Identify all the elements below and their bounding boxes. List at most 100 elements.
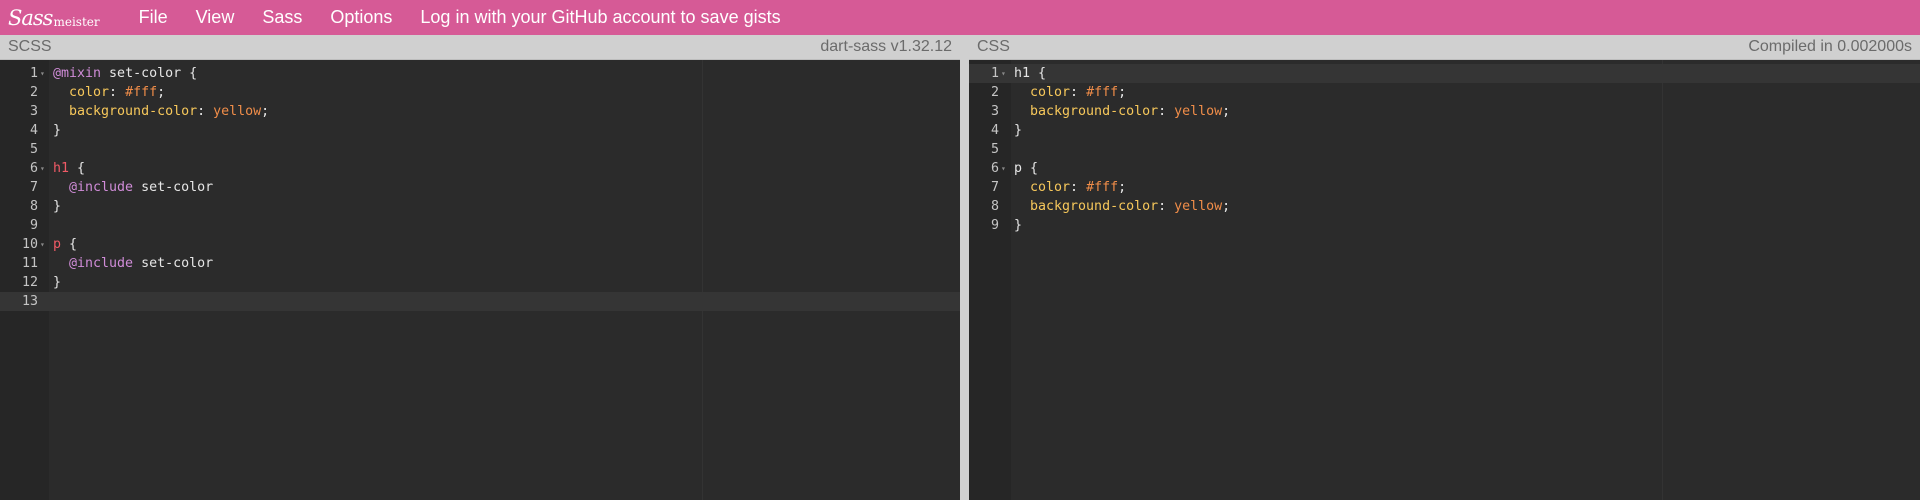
code-text: } bbox=[53, 121, 61, 140]
code-text: h1 { bbox=[1014, 64, 1046, 83]
logo-script-text: Sass bbox=[8, 6, 53, 30]
code-text: background-color: yellow; bbox=[53, 102, 269, 121]
line-number: 9 bbox=[990, 218, 999, 233]
code-line[interactable]: 7 color: #fff; bbox=[969, 178, 1920, 197]
css-code-lines[interactable]: 1 ▾ h1 {2 color: #fff; 3 background-color: … bbox=[969, 64, 1920, 235]
line-number: 9 bbox=[29, 218, 38, 233]
code-line[interactable]: 9} bbox=[969, 216, 1920, 235]
code-token: ; bbox=[1222, 104, 1231, 119]
code-token: background-color bbox=[1030, 199, 1159, 214]
code-text: @include set-color bbox=[53, 178, 213, 197]
code-line[interactable]: 2 color: #fff; bbox=[0, 83, 960, 102]
code-line[interactable]: 8 background-color: yellow; bbox=[969, 197, 1920, 216]
code-line[interactable]: 5 bbox=[0, 140, 960, 159]
code-text: } bbox=[1014, 121, 1022, 140]
code-token: ; bbox=[1118, 180, 1127, 195]
code-token: set-color bbox=[133, 256, 214, 271]
code-text: background-color: yellow; bbox=[1014, 197, 1230, 216]
scss-code-lines[interactable]: 1 ▾ @mixin set-color {2 color: #fff; 3 back… bbox=[0, 64, 960, 311]
line-number: 7 bbox=[990, 180, 999, 195]
code-line[interactable]: 1 ▾ @mixin set-color { bbox=[0, 64, 960, 83]
code-text: color: #fff; bbox=[1014, 178, 1126, 197]
fold-arrow-icon[interactable]: ▾ bbox=[40, 159, 45, 178]
code-text: } bbox=[1014, 216, 1022, 235]
line-number: 1 bbox=[990, 66, 999, 81]
code-text: @mixin set-color { bbox=[53, 64, 197, 83]
pane-splitter[interactable] bbox=[960, 35, 969, 500]
css-pane: CSS Compiled in 0.002000s 1 ▾ h1 {2 color:… bbox=[969, 35, 1920, 500]
code-token: yellow bbox=[1174, 199, 1223, 214]
compile-time-label: Compiled in 0.002000s bbox=[1748, 38, 1912, 55]
sass-version-label[interactable]: dart-sass v1.32.12 bbox=[820, 38, 952, 56]
code-token: h1 { bbox=[1014, 66, 1047, 81]
code-token: background-color bbox=[69, 104, 198, 119]
code-line[interactable]: 4} bbox=[969, 121, 1920, 140]
code-line[interactable]: 6 ▾ h1 { bbox=[0, 159, 960, 178]
code-token: ; bbox=[157, 85, 166, 100]
code-token: #fff bbox=[1086, 180, 1119, 195]
code-line[interactable]: 8} bbox=[0, 197, 960, 216]
code-line[interactable]: 13 bbox=[0, 292, 960, 311]
code-token: } bbox=[1014, 218, 1023, 233]
code-token: @mixin bbox=[53, 66, 102, 81]
menu-view[interactable]: View bbox=[196, 7, 235, 28]
code-line[interactable]: 3 background-color: yellow; bbox=[969, 102, 1920, 121]
code-token: p { bbox=[1014, 161, 1039, 176]
line-number: 1 bbox=[29, 66, 38, 81]
scss-pane-title: SCSS bbox=[8, 38, 52, 55]
code-line[interactable]: 10 ▾ p { bbox=[0, 235, 960, 254]
code-line[interactable]: 2 color: #fff; bbox=[969, 83, 1920, 102]
line-number: 6 bbox=[990, 161, 999, 176]
code-line[interactable]: 1 ▾ h1 { bbox=[969, 64, 1920, 83]
code-token: } bbox=[53, 123, 62, 138]
fold-arrow-icon[interactable]: ▾ bbox=[40, 235, 45, 254]
code-line[interactable]: 9 bbox=[0, 216, 960, 235]
code-line[interactable]: 7 @include set-color bbox=[0, 178, 960, 197]
code-token: : bbox=[1070, 85, 1087, 100]
menu-sass[interactable]: Sass bbox=[262, 7, 302, 28]
code-text: } bbox=[53, 273, 61, 292]
code-line[interactable]: 4} bbox=[0, 121, 960, 140]
line-number: 4 bbox=[990, 123, 999, 138]
code-token: ; bbox=[261, 104, 270, 119]
code-line[interactable]: 3 background-color: yellow; bbox=[0, 102, 960, 121]
code-token: } bbox=[1014, 123, 1023, 138]
code-token: : bbox=[1070, 180, 1087, 195]
menu-file[interactable]: File bbox=[139, 7, 168, 28]
fold-arrow-icon[interactable]: ▾ bbox=[1001, 64, 1006, 83]
code-text: p { bbox=[53, 235, 77, 254]
scss-pane-header: SCSS dart-sass v1.32.12 bbox=[0, 35, 960, 60]
fold-arrow-icon[interactable]: ▾ bbox=[40, 64, 45, 83]
line-number: 6 bbox=[29, 161, 38, 176]
code-token: set-color bbox=[133, 180, 214, 195]
code-token: { bbox=[69, 161, 86, 176]
code-token: #fff bbox=[1086, 85, 1119, 100]
line-number: 2 bbox=[990, 85, 999, 100]
sassmeister-logo[interactable]: Sass meister bbox=[8, 0, 100, 35]
code-token: yellow bbox=[213, 104, 262, 119]
code-line[interactable]: 6 ▾ p { bbox=[969, 159, 1920, 178]
menu-options[interactable]: Options bbox=[330, 7, 392, 28]
line-number: 4 bbox=[29, 123, 38, 138]
code-token: color bbox=[1030, 180, 1071, 195]
code-token: background-color bbox=[1030, 104, 1159, 119]
fold-arrow-icon[interactable]: ▾ bbox=[1001, 159, 1006, 178]
line-number: 5 bbox=[990, 142, 999, 157]
code-token: } bbox=[53, 199, 62, 214]
code-line[interactable]: 5 bbox=[969, 140, 1920, 159]
code-line[interactable]: 12} bbox=[0, 273, 960, 292]
code-token: : bbox=[1158, 199, 1175, 214]
scss-pane: SCSS dart-sass v1.32.12 1 ▾ @mixin set-col… bbox=[0, 35, 960, 500]
code-text: @include set-color bbox=[53, 254, 213, 273]
menu-github-login[interactable]: Log in with your GitHub account to save … bbox=[420, 7, 780, 28]
code-token: #fff bbox=[125, 85, 158, 100]
code-line[interactable]: 11 @include set-color bbox=[0, 254, 960, 273]
line-number: 7 bbox=[29, 180, 38, 195]
line-number: 3 bbox=[990, 104, 999, 119]
